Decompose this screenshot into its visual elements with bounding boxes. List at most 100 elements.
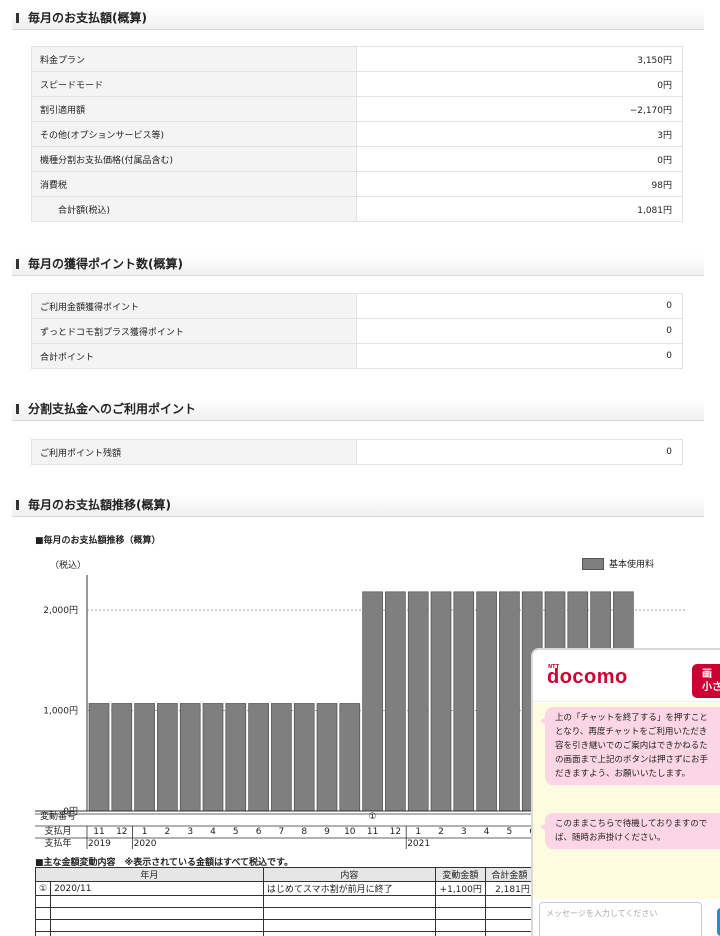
bar: [88, 703, 110, 812]
table-row: ずっとドコモ割プラス獲得ポイント 0: [31, 318, 683, 344]
payment-year-row-label: 支払年: [44, 837, 71, 849]
x-tick-label: 8: [301, 827, 307, 837]
x-tick-label: 12: [390, 827, 401, 837]
bar: [225, 703, 247, 812]
bar: [316, 703, 338, 812]
bar: [339, 703, 361, 812]
y-tick-label: 1,000円: [43, 706, 78, 717]
change-number: ①: [34, 881, 52, 896]
change-marker: ①: [369, 812, 377, 822]
x-tick-label: 9: [324, 827, 330, 837]
row-value: 98円: [356, 171, 683, 197]
change-total: 2,181円: [484, 881, 534, 896]
changes-header-content: 内容: [262, 867, 436, 882]
changes-header-total: 合計金額: [484, 867, 534, 882]
row-value: 0円: [356, 71, 683, 97]
table-row: 合計額(税込) 1,081円: [31, 196, 683, 222]
chat-message-input[interactable]: メッセージを入力してください: [539, 902, 702, 936]
installment-points-table: ご利用ポイント残額 0: [31, 439, 683, 465]
row-label: ずっとドコモ割プラス獲得ポイント: [31, 318, 357, 344]
row-label: 機種分割お支払価格(付属品含む): [31, 146, 357, 172]
changes-header-month: 年月: [35, 867, 264, 882]
x-tick-label: 2: [165, 827, 171, 837]
row-label: 合計ポイント: [31, 343, 357, 369]
row-label: その他(オプションサービス等): [31, 121, 357, 147]
table-row: ご利用金額獲得ポイント 0: [31, 293, 683, 319]
bar: [111, 703, 133, 812]
table-row: 合計ポイント 0: [31, 343, 683, 369]
chat-message: 上の「チャットを終了する」を押すこと となり、再度チャットをご利用いただき 容を引き…: [540, 707, 720, 785]
resize-chat-button[interactable]: 画小さ: [692, 664, 720, 698]
bar: [453, 591, 475, 812]
row-label: スピードモード: [31, 71, 357, 97]
row-label: 割引適用額: [31, 96, 357, 122]
table-row: 機種分割お支払価格(付属品含む) 0円: [31, 146, 683, 172]
year-label: 2021: [407, 839, 430, 849]
row-value: 3,150円: [356, 46, 683, 72]
chat-messages[interactable]: 上の「チャットを終了する」を押すこと となり、再度チャットをご利用いただき 容を引き…: [533, 703, 720, 899]
x-tick-label: 10: [344, 827, 356, 837]
x-tick-label: 6: [256, 827, 262, 837]
bar: [430, 591, 452, 812]
y-tick-label: 2,000円: [43, 605, 78, 616]
bar: [407, 591, 429, 812]
changes-header-change: 変動金額: [434, 867, 486, 882]
x-tick-label: 4: [484, 827, 490, 837]
monthly-payment-heading: 毎月のお支払額(概算): [12, 8, 704, 30]
bar: [134, 703, 155, 812]
x-tick-label: 11: [367, 827, 378, 837]
row-value: 0: [356, 439, 683, 465]
installment-points-heading: 分割支払金へのご利用ポイント: [12, 399, 704, 421]
bar: [362, 591, 383, 812]
x-tick-label: 3: [461, 827, 467, 837]
bar: [293, 703, 315, 812]
change-content: はじめてスマホ割が前月に終了: [262, 881, 436, 896]
payment-trend-heading: 毎月のお支払額推移(概算): [12, 495, 704, 517]
x-tick-label: 1: [142, 827, 148, 837]
row-value: −2,170円: [356, 96, 683, 122]
x-tick-label: 1: [415, 827, 421, 837]
row-value: 0: [356, 293, 683, 319]
docomo-logo: docomo: [547, 666, 628, 688]
year-label: 2020: [134, 839, 157, 849]
points-table: ご利用金額獲得ポイント 0 ずっとドコモ割プラス獲得ポイント 0 合計ポイント 0: [31, 293, 683, 369]
row-label: 料金プラン: [31, 46, 357, 72]
chat-header: NTT docomo 画小さ: [533, 650, 720, 702]
bar: [157, 703, 178, 812]
row-value: 1,081円: [356, 196, 683, 222]
change-amount: +1,100円: [434, 881, 486, 896]
change-month: 2020/11: [50, 881, 264, 896]
bar: [476, 591, 497, 812]
x-tick-label: 4: [210, 827, 216, 837]
table-row: ご利用ポイント残額 0: [31, 439, 683, 465]
bar: [499, 591, 520, 812]
table-row: 料金プラン 3,150円: [31, 46, 683, 72]
chat-message: このままこちらで待機しておりますので ば、随時お声掛けください。: [540, 813, 720, 849]
table-row: 割引適用額 −2,170円: [31, 96, 683, 122]
row-value: 0円: [356, 146, 683, 172]
x-tick-label: 12: [116, 827, 127, 837]
bar: [179, 703, 201, 812]
bar: [248, 703, 269, 812]
x-tick-label: 5: [507, 827, 513, 837]
row-label: ご利用ポイント残額: [31, 439, 357, 465]
row-value: 0: [356, 343, 683, 369]
bar: [202, 703, 224, 812]
payment-month-row-label: 支払月: [44, 825, 71, 837]
x-tick-label: 11: [93, 827, 104, 837]
x-tick-label: 2: [438, 827, 444, 837]
row-value: 3円: [356, 121, 683, 147]
table-row: その他(オプションサービス等) 3円: [31, 121, 683, 147]
x-tick-label: 3: [187, 827, 193, 837]
chat-widget[interactable]: NTT docomo 画小さ 上の「チャットを終了する」を押すこと となり、再度チ…: [531, 648, 720, 936]
monthly-payment-table: 料金プラン 3,150円 スピードモード 0円 割引適用額 −2,170円 その他(オプショ…: [31, 46, 683, 222]
bar: [271, 703, 292, 812]
row-value: 0: [356, 318, 683, 344]
table-row: 消費税 98円: [31, 171, 683, 197]
change-number-row-label: 変動番号: [40, 810, 76, 822]
points-heading: 毎月の獲得ポイント数(概算): [12, 254, 704, 276]
row-label: 消費税: [31, 171, 357, 197]
row-label: 合計額(税込): [31, 196, 357, 222]
table-row: スピードモード 0円: [31, 71, 683, 97]
row-label: ご利用金額獲得ポイント: [31, 293, 357, 319]
